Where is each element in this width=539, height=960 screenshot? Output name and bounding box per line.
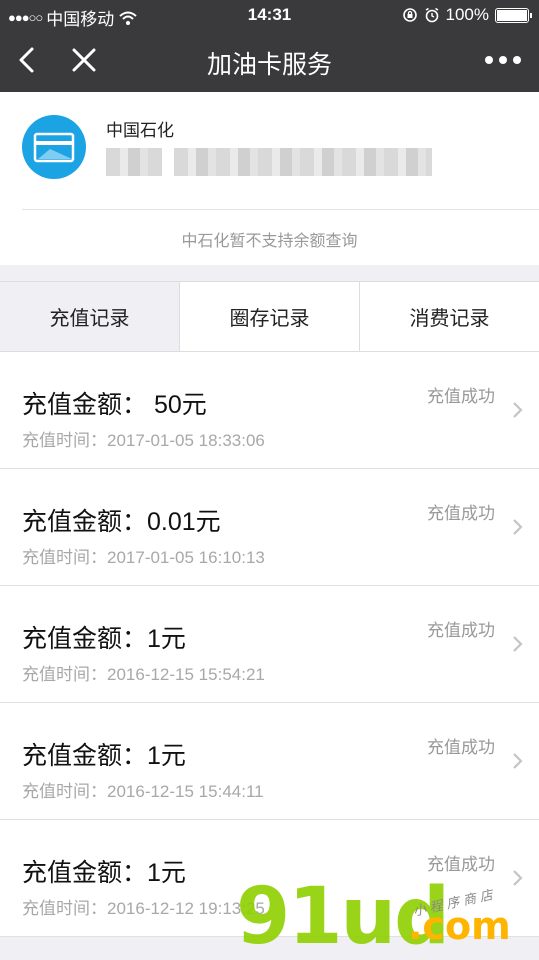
card-company: 中国石化: [106, 121, 174, 140]
more-icon[interactable]: [483, 48, 523, 72]
rotation-lock-icon: [402, 8, 417, 22]
alarm-icon: [425, 7, 438, 23]
record-tabs: 充值记录 圈存记录 消费记录: [0, 281, 539, 352]
time-text: 充值时间：2016-12-12 19:13:25: [22, 894, 265, 919]
time-label: 充值时间：: [22, 548, 107, 567]
balance-note: 中石化暂不支持余额查询: [181, 233, 358, 250]
tab-recharge[interactable]: 充值记录: [0, 282, 180, 351]
amount-text: 充值金额：1元: [22, 619, 186, 655]
chevron-right-icon: [513, 753, 523, 769]
time-text: 充值时间：2016-12-15 15:44:11: [22, 777, 264, 802]
amount-value: 1元: [147, 742, 186, 770]
tab-load[interactable]: 圈存记录: [180, 282, 360, 351]
page-title: 加油卡服务: [206, 51, 332, 79]
amount-label: 充值金额：: [22, 508, 148, 536]
amount-label: 充值金额：: [22, 859, 148, 887]
card-number-masked: [106, 148, 162, 176]
status-right: 100%: [402, 5, 532, 25]
amount-value: 50元: [147, 391, 207, 419]
time-text: 充值时间：2017-01-05 18:33:06: [22, 426, 265, 451]
recharge-list: 充值金额： 50元 充值时间：2017-01-05 18:33:06 充值成功 …: [0, 352, 539, 937]
chevron-right-icon: [513, 519, 523, 535]
watermark: 91ud 小程序商店 .com: [236, 872, 536, 960]
battery-percent: 100%: [445, 5, 489, 24]
amount-text: 充值金额：1元: [22, 853, 186, 889]
divider: [22, 209, 539, 210]
list-item[interactable]: 充值金额：1元 充值时间：2016-12-15 15:44:11 充值成功: [0, 703, 539, 820]
amount-value: 1元: [147, 625, 186, 653]
card-number-masked: [174, 148, 432, 176]
amount-text: 充值金额： 50元: [22, 385, 207, 421]
time-label: 充值时间：: [22, 665, 107, 684]
status-text: 充值成功: [427, 621, 495, 640]
time-value: 2017-01-05 18:33:06: [107, 431, 265, 450]
time-value: 2016-12-15 15:54:21: [107, 665, 265, 684]
time-text: 充值时间：2017-01-05 16:10:13: [22, 543, 265, 568]
time-value: 2016-12-15 15:44:11: [107, 782, 264, 801]
nav-bar: 加油卡服务: [0, 32, 539, 92]
amount-text: 充值金额：0.01元: [22, 502, 221, 538]
amount-label: 充值金额：: [22, 391, 148, 419]
fuel-card-info: 中国石化 中石化暂不支持余额查询: [0, 92, 539, 265]
battery-icon: [495, 7, 532, 23]
amount-label: 充值金额：: [22, 742, 148, 770]
time-label: 充值时间：: [22, 782, 107, 801]
list-item[interactable]: 充值金额：0.01元 充值时间：2017-01-05 16:10:13 充值成功: [0, 469, 539, 586]
chevron-right-icon: [513, 636, 523, 652]
time-label: 充值时间：: [22, 431, 107, 450]
card-logo: [22, 115, 86, 179]
amount-label: 充值金额：: [22, 625, 148, 653]
chevron-right-icon: [513, 402, 523, 418]
time-value: 2017-01-05 16:10:13: [107, 548, 265, 567]
status-text: 充值成功: [427, 387, 495, 406]
list-item[interactable]: 充值金额： 50元 充值时间：2017-01-05 18:33:06 充值成功: [0, 352, 539, 469]
amount-text: 充值金额：1元: [22, 736, 186, 772]
amount-value: 1元: [147, 859, 186, 887]
list-item[interactable]: 充值金额：1元 充值时间：2016-12-15 15:54:21 充值成功: [0, 586, 539, 703]
time-label: 充值时间：: [22, 899, 107, 918]
tab-consumption[interactable]: 消费记录: [360, 282, 539, 351]
status-bar: ●●●○○ 中国移动 14:31 100%: [0, 0, 539, 32]
card-icon: [33, 132, 75, 163]
status-text: 充值成功: [427, 738, 495, 757]
watermark-domain: .com: [408, 904, 511, 948]
status-text: 充值成功: [427, 504, 495, 523]
amount-value: 0.01元: [147, 508, 221, 536]
time-text: 充值时间：2016-12-15 15:54:21: [22, 660, 265, 685]
